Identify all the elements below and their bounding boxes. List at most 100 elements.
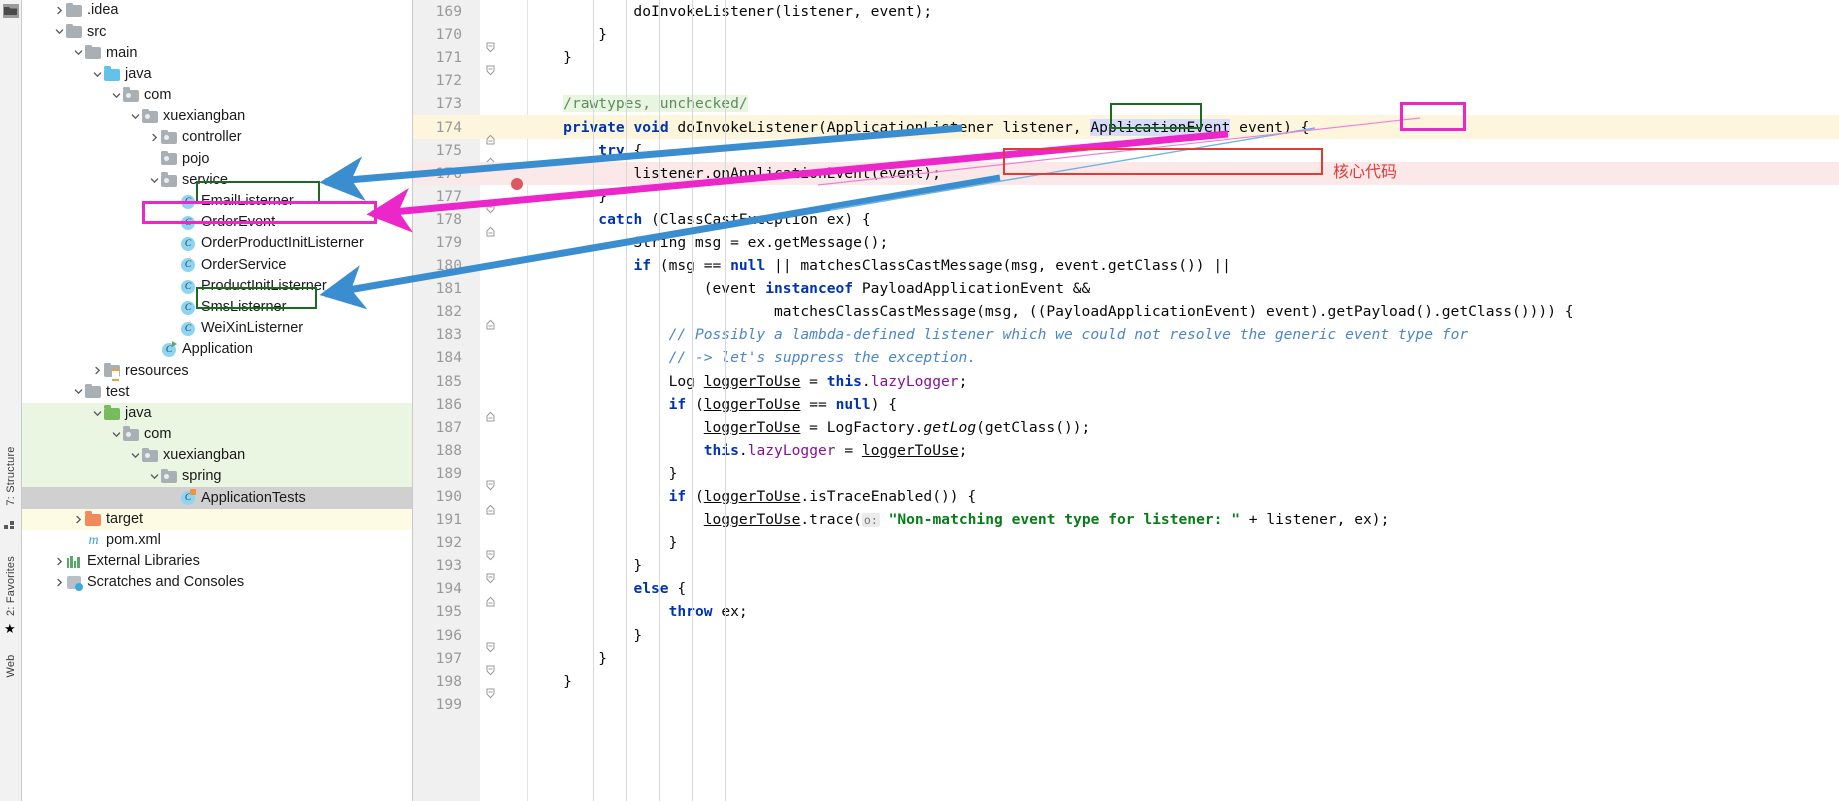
tree-item-src[interactable]: src	[22, 21, 412, 42]
tree-item-label: pom.xml	[106, 532, 161, 549]
source-folder-icon	[104, 66, 120, 81]
tree-item-test[interactable]: test	[22, 381, 412, 402]
tree-item-orderevent[interactable]: C OrderEvent	[22, 212, 412, 233]
folder-icon	[85, 383, 101, 399]
resources-folder-icon	[104, 362, 120, 381]
tree-item-weixinlisterner[interactable]: C WeiXinListerner	[22, 318, 412, 339]
chevron-right-icon[interactable]	[53, 6, 66, 15]
chevron-right-icon[interactable]	[53, 557, 66, 566]
line-number: 177	[435, 187, 462, 205]
tree-item-label: External Libraries	[87, 553, 200, 570]
package-icon	[142, 447, 158, 463]
tree-item--idea[interactable]: .idea	[22, 0, 412, 21]
tool-tab-web[interactable]: Web	[5, 654, 17, 677]
tree-item-label: ApplicationTests	[201, 489, 306, 506]
chevron-right-icon[interactable]	[91, 366, 104, 375]
tree-item-label: Scratches and Consoles	[87, 574, 245, 591]
line-number: 170	[435, 26, 462, 44]
line-number: 189	[435, 464, 462, 482]
tree-item-spring[interactable]: spring	[22, 466, 412, 488]
tree-item-applicationtests[interactable]: C ApplicationTests	[22, 487, 412, 509]
chevron-right-icon[interactable]	[53, 578, 66, 587]
tree-item-icon	[161, 172, 178, 188]
project-tree[interactable]: .idea src main java com xuexiangban controller…	[22, 0, 412, 593]
class-icon: C	[181, 194, 195, 209]
tree-item-orderproductinitlisterner[interactable]: C OrderProductInitListerner	[22, 233, 412, 254]
tool-tab-favorites[interactable]: 2: Favorites	[5, 556, 17, 616]
tree-item-com[interactable]: com	[22, 85, 412, 106]
chevron-down-icon[interactable]	[129, 112, 142, 121]
chevron-right-icon[interactable]	[148, 133, 161, 142]
test-class-icon: C	[181, 489, 196, 506]
chevron-down-icon[interactable]	[72, 387, 85, 396]
chevron-down-icon[interactable]	[91, 70, 104, 79]
tree-item-xuexiangban[interactable]: xuexiangban	[22, 106, 412, 127]
tree-item-java[interactable]: java	[22, 402, 412, 424]
tree-item-pom-xml[interactable]: m pom.xml	[22, 530, 412, 551]
chevron-down-icon[interactable]	[91, 409, 104, 418]
line-number: 199	[435, 695, 462, 713]
chevron-down-icon[interactable]	[110, 430, 123, 439]
maven-file-icon: m	[88, 532, 99, 548]
tree-item-icon	[123, 426, 140, 442]
tree-item-icon: C	[180, 215, 197, 230]
tree-item-main[interactable]: main	[22, 42, 412, 63]
chevron-down-icon[interactable]	[72, 48, 85, 57]
line-number: 182	[435, 303, 462, 321]
line-number: 188	[435, 441, 462, 459]
tree-item-icon: C	[180, 300, 197, 315]
tree-item-productinitlisterner[interactable]: C ProductInitListerner	[22, 275, 412, 296]
line-number: 185	[435, 372, 462, 390]
line-number: 171	[435, 49, 462, 67]
tree-item-icon: C	[180, 257, 197, 273]
tree-item-label: spring	[182, 468, 222, 485]
tree-item-target[interactable]: target	[22, 508, 412, 530]
tree-item-label: xuexiangban	[163, 108, 246, 125]
indent-guide-2	[659, 0, 660, 801]
test-source-folder-icon	[104, 405, 120, 420]
tree-item-smslisterner[interactable]: C SmsListerner	[22, 297, 412, 318]
tree-item-scratches-and-consoles[interactable]: Scratches and Consoles	[22, 572, 412, 593]
chevron-down-icon[interactable]	[148, 472, 161, 481]
tree-item-icon	[85, 44, 102, 60]
tree-item-label: .idea	[87, 2, 119, 19]
chevron-right-icon[interactable]	[72, 515, 85, 524]
tree-item-service[interactable]: service	[22, 170, 412, 191]
package-icon	[161, 468, 177, 484]
tree-item-application[interactable]: C Application	[22, 339, 412, 360]
tree-item-label: WeiXinListerner	[201, 320, 304, 337]
tree-item-label: src	[87, 23, 107, 40]
package-icon	[123, 426, 139, 441]
tree-item-emaillisterner[interactable]: C EmailListerner	[22, 191, 412, 212]
chevron-down-icon[interactable]	[148, 176, 161, 185]
tree-item-java[interactable]: java	[22, 64, 412, 85]
tree-item-icon	[66, 575, 83, 592]
chevron-down-icon[interactable]	[129, 451, 142, 460]
chevron-down-icon[interactable]	[110, 91, 123, 100]
project-tool-icon[interactable]	[3, 4, 19, 18]
tree-item-com[interactable]: com	[22, 423, 412, 445]
tree-item-icon: C	[161, 341, 178, 358]
line-number: 176	[413, 164, 471, 182]
tree-item-label: pojo	[182, 150, 210, 167]
tree-item-icon: C	[180, 489, 197, 506]
tree-item-icon	[66, 2, 83, 18]
tree-item-xuexiangban[interactable]: xuexiangban	[22, 444, 412, 467]
tree-item-orderservice[interactable]: C OrderService	[22, 254, 412, 275]
line-number: 172	[435, 72, 462, 90]
tree-item-controller[interactable]: controller	[22, 127, 412, 148]
project-tool-window[interactable]: .idea src main java com xuexiangban controller…	[22, 0, 413, 801]
tree-item-resources[interactable]: resources	[22, 360, 412, 381]
folder-icon	[85, 44, 101, 60]
class-icon: C	[181, 321, 195, 336]
tree-item-label: SmsListerner	[201, 298, 287, 315]
line-number: 183	[435, 326, 462, 344]
tree-item-label: Application	[182, 341, 253, 358]
tree-item-external-libraries[interactable]: External Libraries	[22, 551, 412, 572]
tree-item-icon	[85, 383, 102, 399]
chevron-down-icon[interactable]	[53, 27, 66, 36]
tree-item-pojo[interactable]: pojo	[22, 148, 412, 169]
code-editor[interactable]: 169 doInvokeListener(listener, event); 17…	[413, 0, 1839, 801]
line-number: 193	[435, 557, 462, 575]
tool-tab-structure[interactable]: 7: Structure	[5, 446, 17, 505]
